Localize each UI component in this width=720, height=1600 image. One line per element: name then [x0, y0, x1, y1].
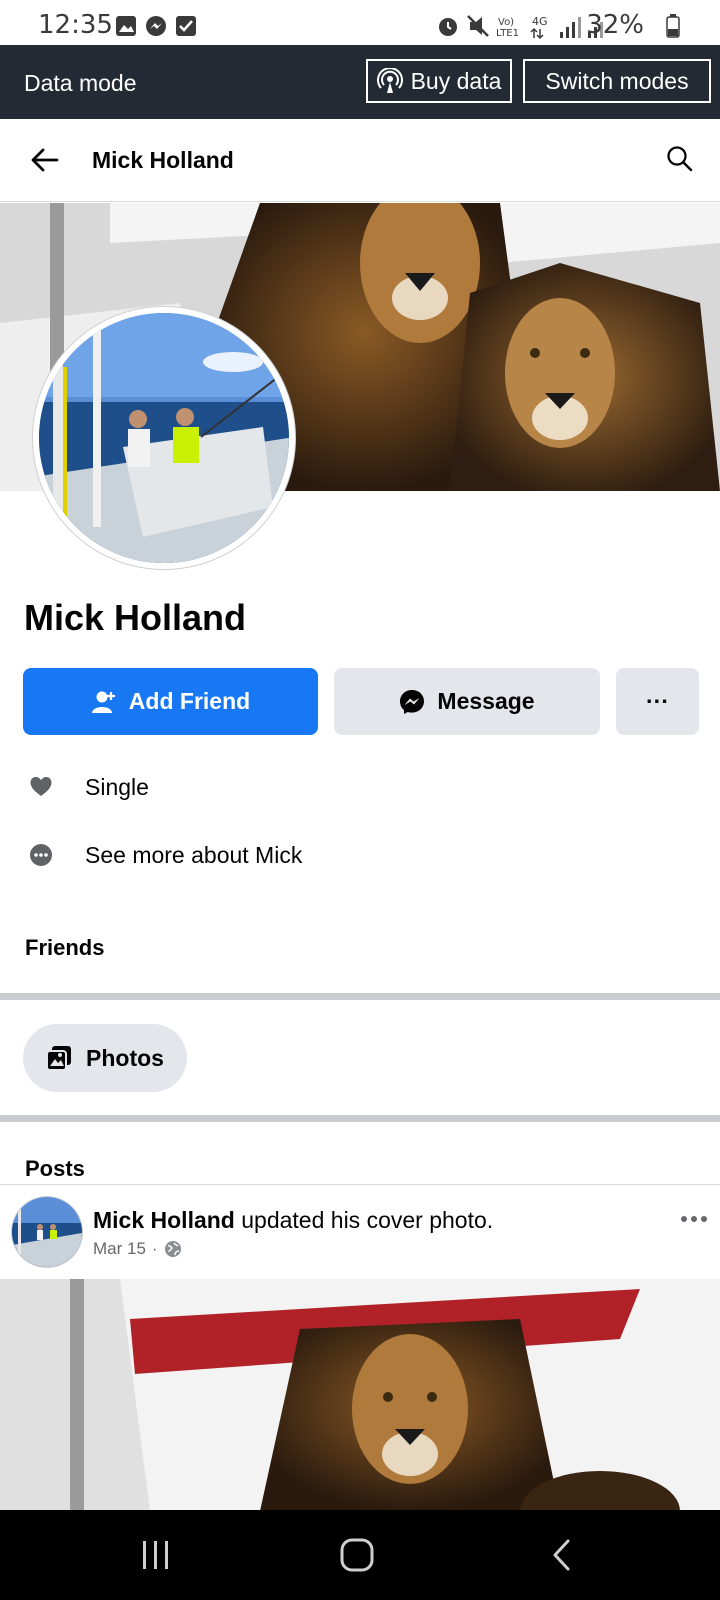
add-friend-icon: [91, 691, 115, 713]
status-time: 12:35: [38, 10, 113, 40]
buy-data-button[interactable]: Buy data: [366, 59, 512, 103]
posts-section-title: Posts: [25, 1156, 85, 1181]
top-header: Mick Holland: [0, 119, 720, 202]
data-mode-bar: Data mode Buy data Switch modes: [0, 45, 720, 119]
post-date[interactable]: Mar 15: [93, 1239, 146, 1259]
post-title: Mick Holland updated his cover photo.: [93, 1207, 493, 1234]
section-divider: [0, 993, 720, 1000]
system-status-icons: Vo) LTE1 4G: [439, 15, 603, 40]
svg-text:Vo): Vo): [498, 17, 514, 28]
add-friend-label: Add Friend: [128, 688, 251, 714]
post-options-icon[interactable]: [680, 1215, 708, 1223]
profile-avatar[interactable]: [33, 307, 295, 569]
notification-icons: [116, 16, 196, 36]
section-divider: [0, 1115, 720, 1122]
messenger-icon: [400, 689, 425, 714]
globe-icon: [164, 1241, 181, 1257]
data-mode-title: Data mode: [24, 70, 137, 96]
post-meta: Mar 15 ·: [93, 1239, 182, 1259]
post-author-avatar[interactable]: [12, 1197, 82, 1267]
see-more-about-row[interactable]: See more about Mick: [0, 830, 720, 882]
relationship-status: Single: [85, 774, 149, 800]
add-friend-button[interactable]: Add Friend: [23, 668, 318, 735]
more-options-label: ···: [646, 688, 669, 714]
buy-data-label: Buy data: [410, 67, 502, 94]
photos-icon: [46, 1046, 72, 1071]
post-image[interactable]: [0, 1279, 720, 1511]
see-more-about-label: See more about Mick: [85, 842, 303, 868]
search-icon[interactable]: [666, 145, 694, 173]
post-header: Mick Holland updated his cover photo. Ma…: [0, 1184, 720, 1277]
recent-apps-icon[interactable]: [140, 1540, 172, 1570]
system-nav-bar: [0, 1510, 720, 1600]
header-title: Mick Holland: [92, 147, 234, 173]
profile-name: Mick Holland: [24, 597, 247, 638]
more-options-button[interactable]: ···: [616, 668, 699, 735]
message-label: Message: [437, 688, 535, 714]
status-bar: 12:35 Vo) LTE1 4G 32%: [0, 0, 720, 48]
home-icon[interactable]: [340, 1538, 374, 1572]
info-relationship-row: Single: [0, 762, 720, 814]
photos-tab[interactable]: Photos: [23, 1024, 187, 1092]
post-author-name[interactable]: Mick Holland: [93, 1207, 235, 1233]
battery-percent: 32%: [586, 10, 644, 40]
heart-icon: [30, 777, 52, 796]
more-circle-icon: [30, 844, 52, 866]
meta-separator: ·: [151, 1239, 158, 1258]
post-author-picture: [12, 1197, 82, 1267]
post-cover-image: [0, 1279, 720, 1511]
back-nav-icon[interactable]: [550, 1538, 572, 1572]
profile-picture: [39, 313, 289, 563]
back-arrow-icon[interactable]: [30, 145, 60, 175]
switch-modes-label: Switch modes: [545, 67, 689, 94]
friends-section-title[interactable]: Friends: [25, 935, 104, 961]
message-button[interactable]: Message: [334, 668, 600, 735]
svg-text:4G: 4G: [532, 15, 548, 28]
post-action-text: updated his cover photo.: [234, 1207, 494, 1233]
photos-label: Photos: [86, 1044, 164, 1071]
svg-text:LTE1: LTE1: [496, 28, 519, 39]
broadcast-icon: [376, 68, 403, 93]
switch-modes-button[interactable]: Switch modes: [523, 59, 711, 103]
battery-icon: [666, 14, 680, 38]
